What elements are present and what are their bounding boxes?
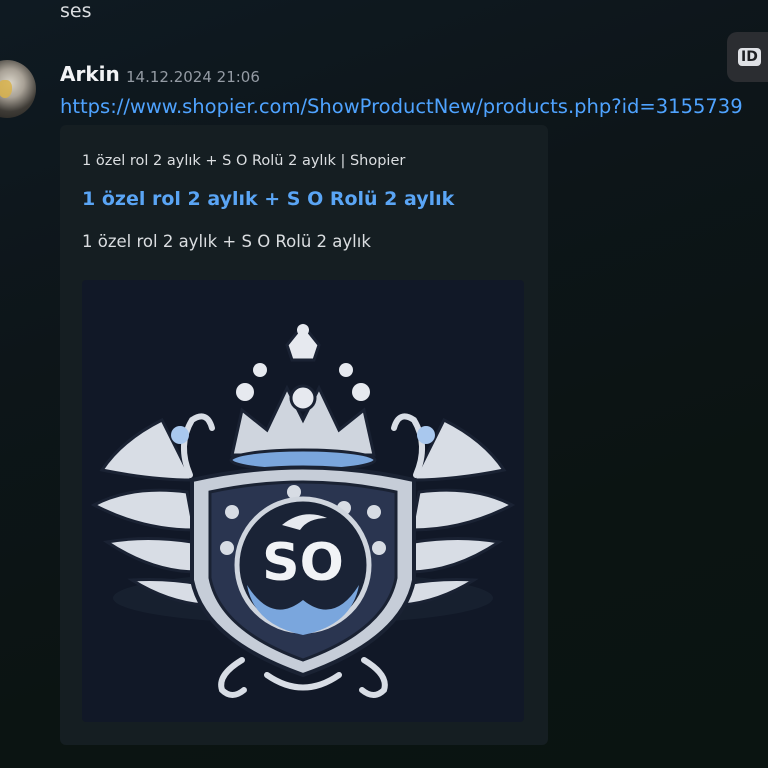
previous-message-text: ses bbox=[60, 0, 92, 22]
embed-description: 1 özel rol 2 aylık + S O Rolü 2 aylık bbox=[82, 232, 371, 251]
user-avatar[interactable] bbox=[0, 60, 36, 118]
embed-title-link[interactable]: 1 özel rol 2 aylık + S O Rolü 2 aylık bbox=[82, 188, 454, 210]
embed-provider: 1 özel rol 2 aylık + S O Rolü 2 aylık | … bbox=[82, 153, 406, 169]
embed-image[interactable]: SO bbox=[82, 280, 524, 722]
so-logo-text: SO bbox=[262, 533, 344, 593]
so-crest-logo-image: SO bbox=[90, 322, 516, 698]
message-author[interactable]: Arkin bbox=[60, 62, 120, 86]
product-link[interactable]: https://www.shopier.com/ShowProductNew/p… bbox=[60, 95, 743, 118]
id-badge-button[interactable]: ID bbox=[727, 32, 768, 82]
message-timestamp: 14.12.2024 21:06 bbox=[126, 68, 260, 86]
id-badge-icon: ID bbox=[738, 48, 761, 66]
link-embed: 1 özel rol 2 aylık + S O Rolü 2 aylık | … bbox=[60, 125, 548, 745]
